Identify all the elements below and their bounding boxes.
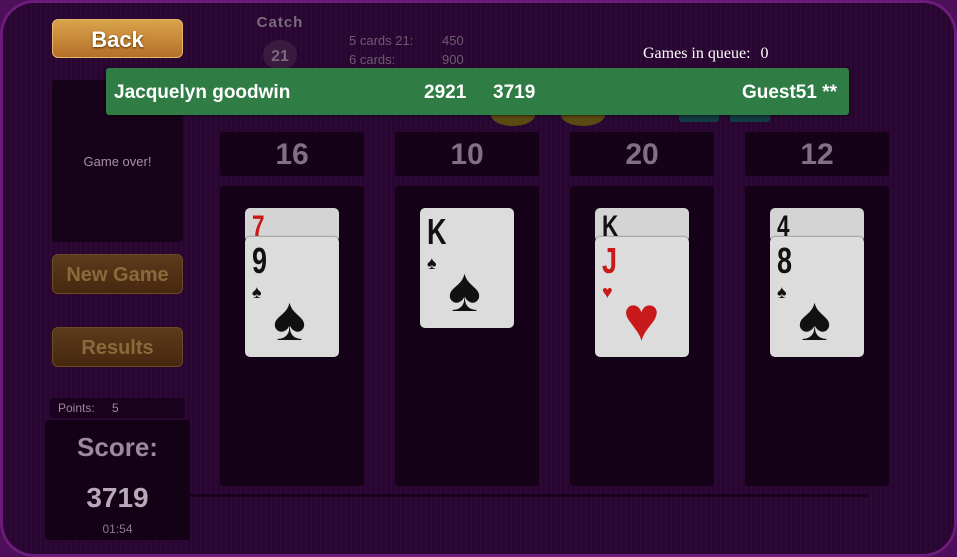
opponent-name: Guest51 ** <box>741 82 837 103</box>
games-in-queue: Games in queue: 0 <box>643 45 769 63</box>
bonus-5-cards-label: 5 cards 21: <box>349 33 414 48</box>
bonus-6-cards-value: 900 <box>442 52 464 67</box>
results-button[interactable]: Results <box>52 327 183 367</box>
column-4-total: 12 <box>745 132 889 176</box>
heart-icon: ♥ <box>623 285 660 354</box>
playing-card: 8 ♠ ♠ <box>770 237 864 357</box>
new-game-button[interactable]: New Game <box>52 254 183 294</box>
playing-card: K ♠ ♠ <box>420 208 514 328</box>
bonus-5-cards-value: 450 <box>442 33 464 48</box>
points-value: 5 <box>112 401 119 415</box>
catch-value: 21 <box>263 40 297 70</box>
spade-icon: ♠ <box>777 282 787 302</box>
game-timer: 01:54 <box>102 522 133 536</box>
score-value: 3719 <box>86 482 149 513</box>
status-text: Game over! <box>83 154 152 169</box>
playing-card: J ♥ ♥ <box>595 237 689 357</box>
column-1-total: 16 <box>220 132 364 176</box>
queue-label: Games in queue: <box>643 45 751 62</box>
column-2-total: 10 <box>395 132 539 176</box>
spade-icon: ♠ <box>448 256 481 325</box>
back-button[interactable]: Back <box>52 19 183 58</box>
card-rank: K <box>427 211 447 252</box>
player-score-1: 2921 <box>424 82 467 103</box>
heart-icon: ♥ <box>602 282 613 302</box>
queue-value: 0 <box>760 45 769 62</box>
divider <box>188 494 868 497</box>
playing-card: 9 ♠ ♠ <box>245 237 339 357</box>
player-name: Jacquelyn goodwin <box>114 82 291 103</box>
bonus-6-cards-label: 6 cards: <box>349 52 396 67</box>
spade-icon: ♠ <box>798 285 831 354</box>
points-bar: Points: 5 <box>50 398 185 418</box>
column-3-total: 20 <box>570 132 714 176</box>
spade-icon: ♠ <box>273 285 306 354</box>
catch-indicator: Catch 21 <box>252 14 308 70</box>
score-label: Score: <box>77 432 158 462</box>
player-score-2: 3719 <box>493 82 536 103</box>
card-rank: 8 <box>777 240 793 281</box>
result-banner: Jacquelyn goodwin 2921 3719 Guest51 ** <box>106 68 849 115</box>
spade-icon: ♠ <box>252 282 262 302</box>
spade-icon: ♠ <box>427 253 437 273</box>
points-label: Points: <box>58 401 95 415</box>
score-panel: Score: 3719 01:54 <box>45 420 190 540</box>
card-rank: 9 <box>252 240 268 281</box>
card-rank: J <box>602 240 618 281</box>
catch-label: Catch <box>256 14 304 31</box>
